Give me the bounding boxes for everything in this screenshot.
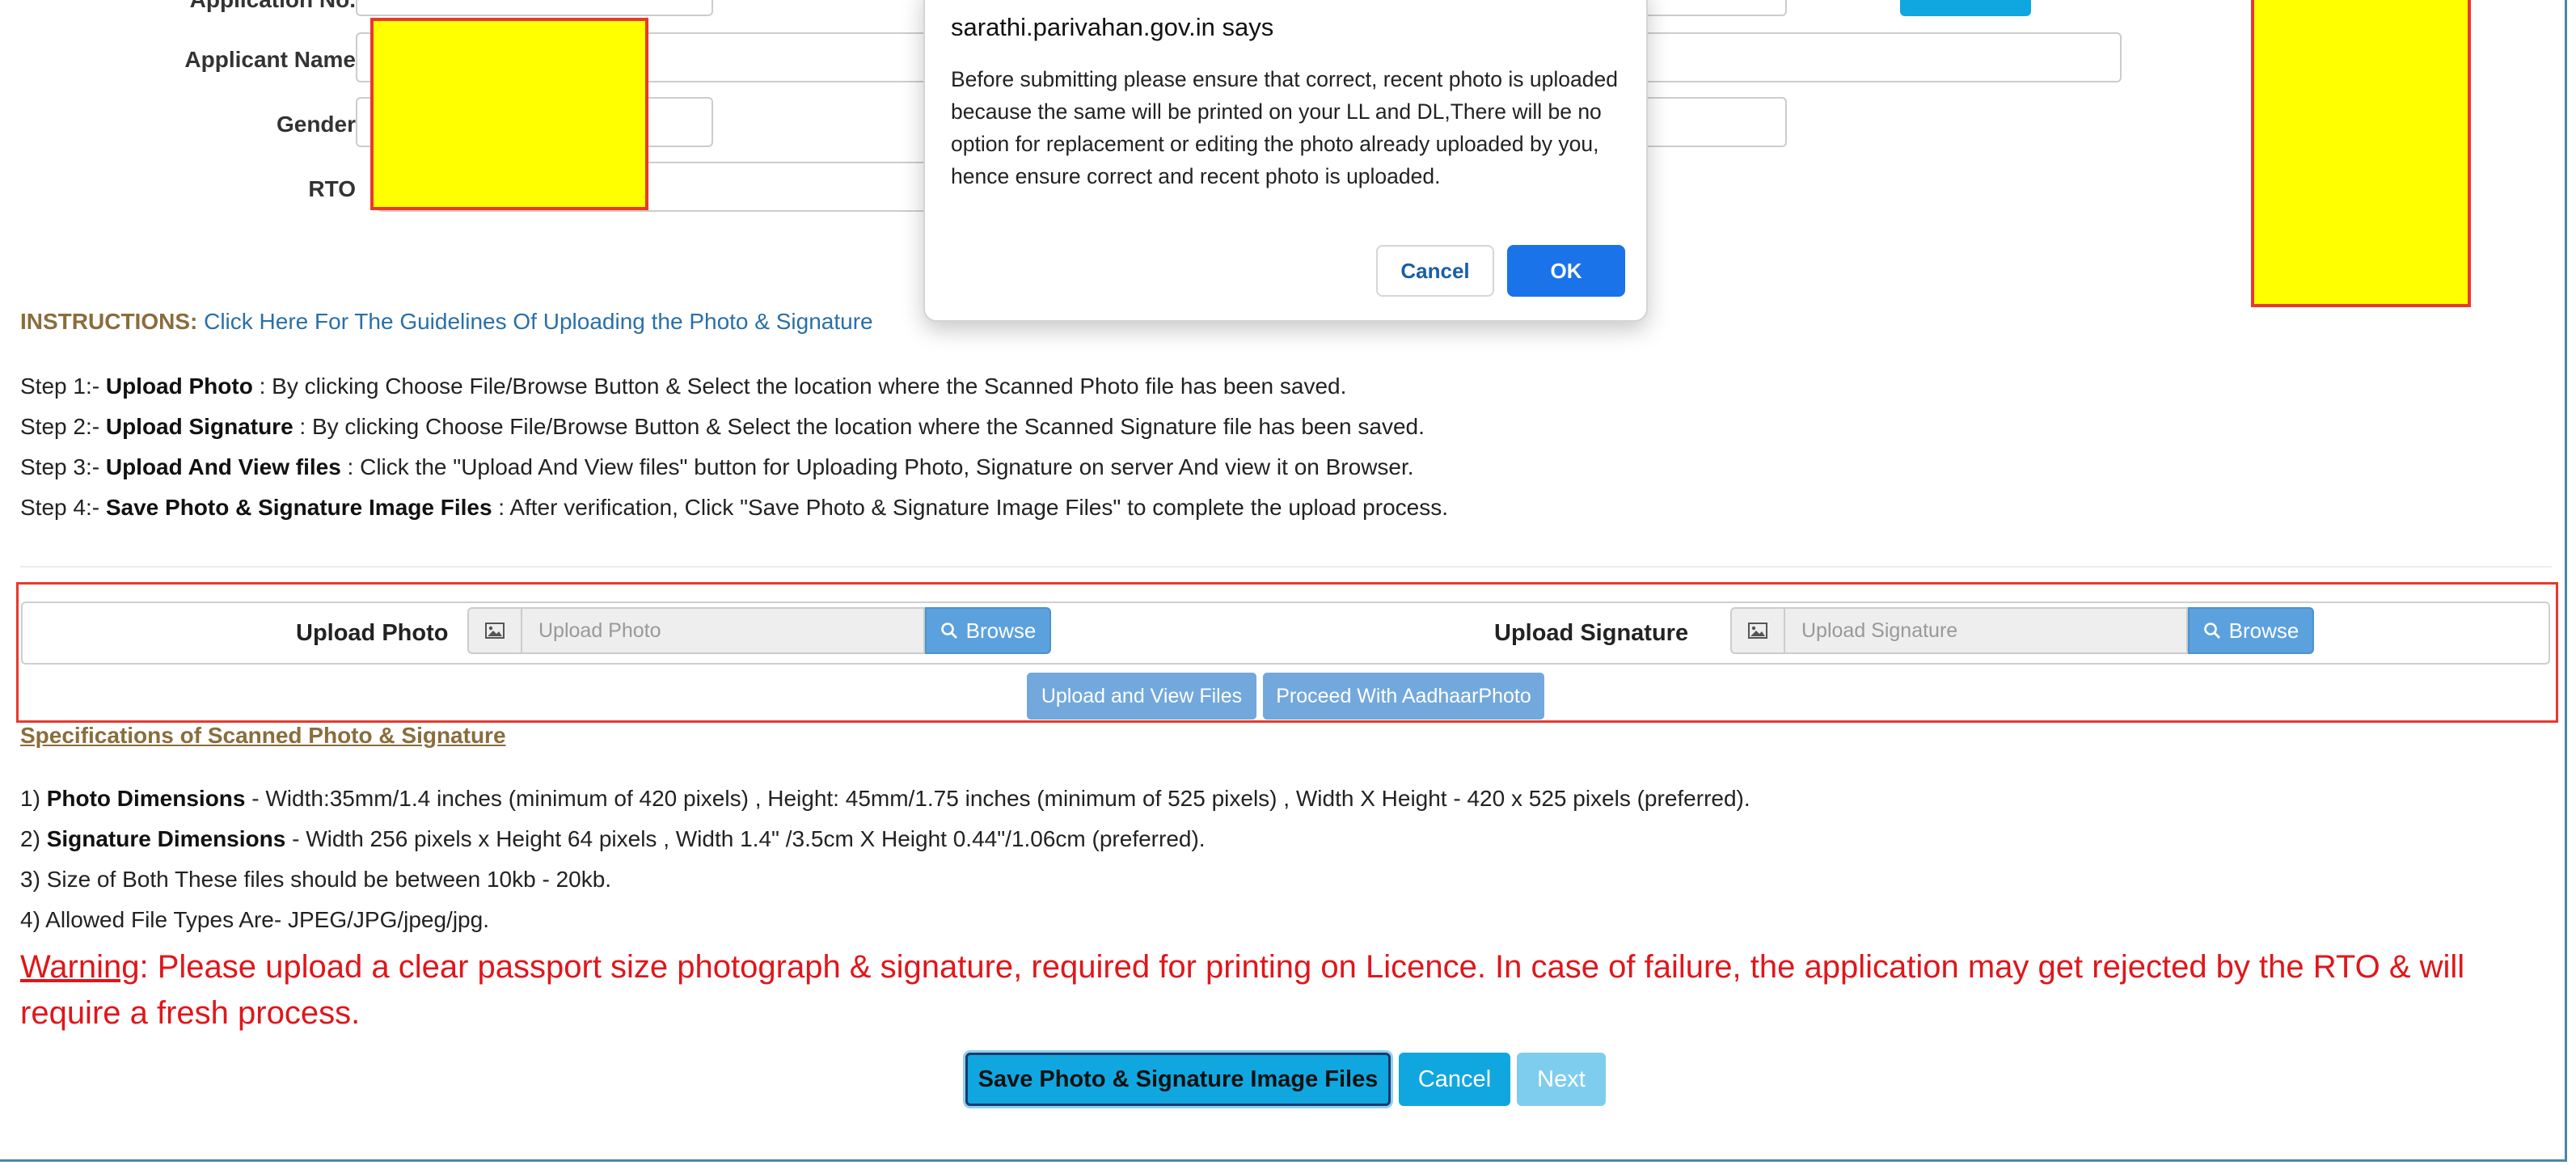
dialog-cancel-button[interactable]: Cancel (1376, 245, 1494, 297)
spec-1: 1) Photo Dimensions - Width:35mm/1.4 inc… (20, 786, 1750, 811)
spec-2: 2) Signature Dimensions - Width 256 pixe… (20, 826, 1206, 851)
warning-message: Warning: Please upload a clear passport … (20, 949, 2465, 1031)
divider (20, 566, 2552, 568)
instructions-line: INSTRUCTIONS: Click Here For The Guideli… (20, 309, 873, 335)
dialog-message: Before submitting please ensure that cor… (951, 67, 1618, 188)
cancel-button[interactable]: Cancel (1399, 1053, 1510, 1106)
photo-browse-button[interactable]: Browse (925, 607, 1051, 654)
step-1: Step 1:- Upload Photo : By clicking Choo… (20, 374, 1347, 399)
confirm-dialog: sarathi.parivahan.gov.in says Before sub… (923, 0, 1648, 322)
instructions-header: INSTRUCTIONS: (20, 309, 198, 334)
dialog-title: sarathi.parivahan.gov.in says (951, 13, 1274, 41)
applicant-name-label: Applicant Name (184, 47, 356, 72)
signature-file-group: Upload Signature Browse (1730, 607, 2314, 654)
top-action-button[interactable] (1900, 0, 2031, 16)
search-icon (2203, 623, 2220, 639)
redacted-name-block (370, 18, 648, 210)
upload-and-view-button[interactable]: Upload and View Files (1027, 673, 1256, 720)
gender-label: Gender (276, 112, 356, 137)
upload-signature-label: Upload Signature (1494, 620, 1689, 646)
photo-file-group: Upload Photo Browse (467, 607, 1051, 654)
signature-file-input[interactable]: Upload Signature (1784, 607, 2188, 654)
photo-file-input[interactable]: Upload Photo (521, 607, 925, 654)
save-photo-signature-button[interactable]: Save Photo & Signature Image Files (965, 1053, 1391, 1106)
image-icon (1730, 607, 1784, 654)
redacted-photo-block (2251, 0, 2471, 307)
step-2: Step 2:- Upload Signature : By clicking … (20, 414, 1425, 439)
upload-photo-label: Upload Photo (296, 620, 449, 646)
specs-title[interactable]: Specifications of Scanned Photo & Signat… (20, 723, 506, 749)
next-button[interactable]: Next (1517, 1053, 1606, 1106)
warning-word: Warning (20, 949, 140, 985)
application-no-label: Application No. (146, 0, 356, 13)
application-no-field[interactable]: 7402230020 (356, 0, 713, 16)
proceed-aadhaar-button[interactable]: Proceed With AadhaarPhoto (1263, 673, 1544, 720)
guidelines-link[interactable]: Click Here For The Guidelines Of Uploadi… (204, 309, 872, 334)
signature-browse-button[interactable]: Browse (2188, 607, 2314, 654)
spec-4: 4) Allowed File Types Are- JPEG/JPG/jpeg… (20, 907, 489, 932)
dialog-ok-button[interactable]: OK (1507, 245, 1625, 297)
image-icon (467, 607, 521, 654)
step-3: Step 3:- Upload And View files : Click t… (20, 454, 1414, 479)
spec-3: 3) Size of Both These files should be be… (20, 867, 612, 892)
step-4: Step 4:- Save Photo & Signature Image Fi… (20, 495, 1448, 520)
search-icon (940, 623, 957, 639)
rto-label: RTO (308, 176, 356, 201)
